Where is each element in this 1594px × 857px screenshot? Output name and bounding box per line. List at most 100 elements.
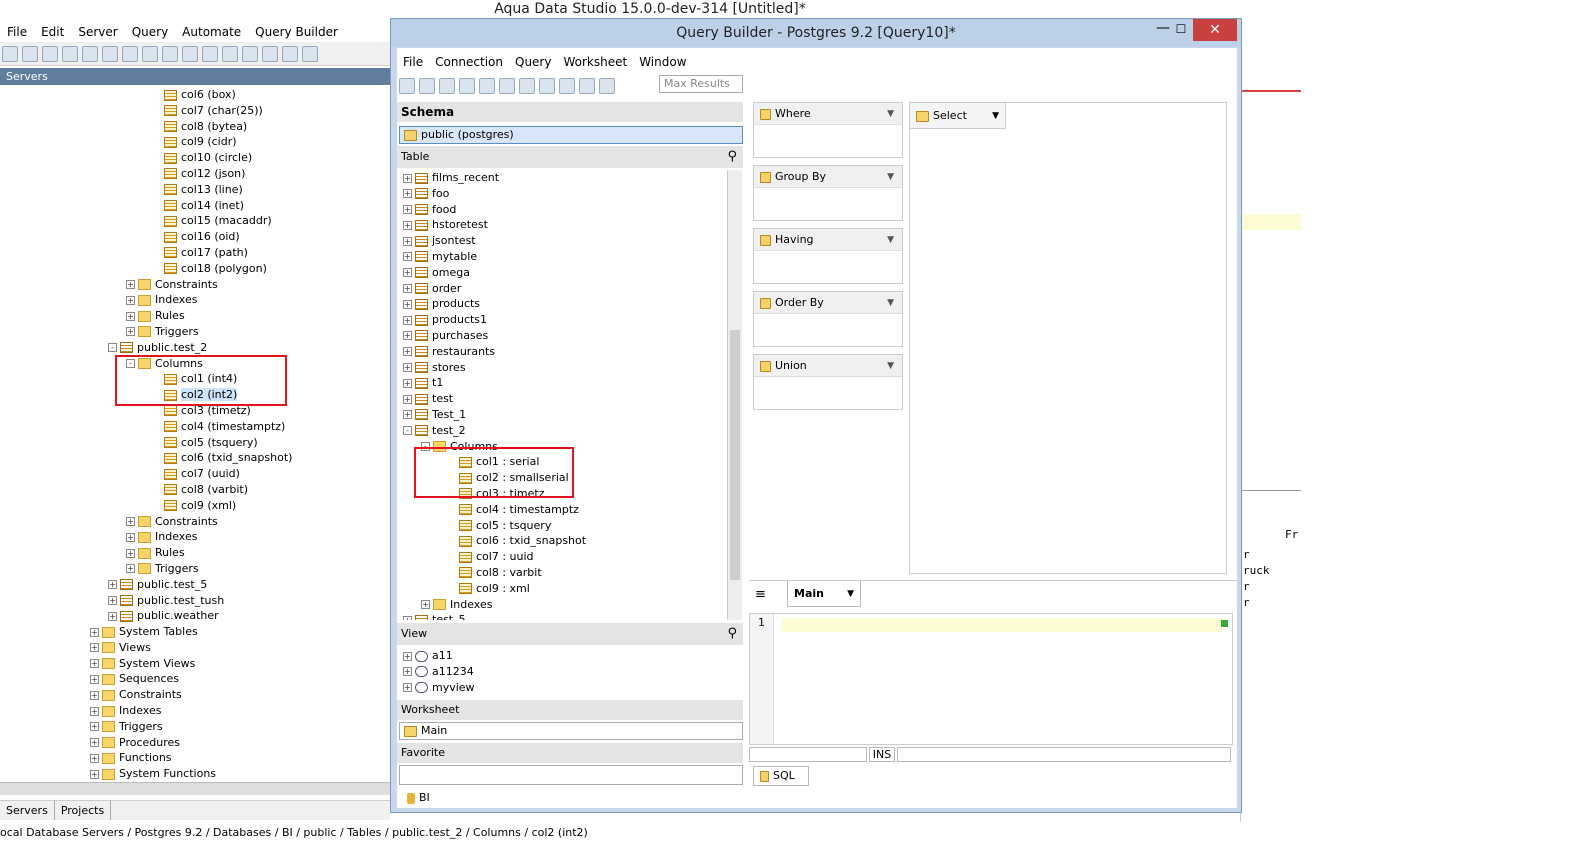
open-icon[interactable] [419,78,435,94]
table-item[interactable]: + hstoretest [399,217,727,233]
table-item[interactable]: + Test_1 [399,407,727,423]
folder-item[interactable]: + Constraints [0,277,390,293]
stop-icon[interactable] [599,78,615,94]
expand-icon[interactable]: + [403,284,412,294]
sql-tab[interactable]: SQL [753,766,809,786]
sql-editor[interactable]: 1 [749,613,1233,745]
schema-selector[interactable]: public (postgres) [399,126,743,144]
qb-menu-file[interactable]: File [397,52,429,72]
toolbar-button-6[interactable] [102,46,118,62]
expand-icon[interactable]: + [403,315,412,325]
server-tree[interactable]: col6 (box) col7 (char(25)) col8 (bytea) col… [0,87,390,782]
view-item[interactable]: + a11234 [399,664,727,680]
expand-icon[interactable]: + [403,667,412,677]
column-item[interactable]: col12 (json) [0,166,390,182]
column-item[interactable]: col7 : uuid [399,549,727,565]
expand-icon[interactable]: + [403,331,412,341]
chevron-down-icon[interactable]: ▼ [847,581,854,607]
sync-icon[interactable] [519,78,535,94]
view-item[interactable]: + myview [399,680,727,696]
toolbar-button-11[interactable] [202,46,218,62]
toolbar-button-7[interactable] [122,46,138,62]
maximize-icon[interactable]: ☐ [1173,21,1189,37]
clause-header[interactable]: Order By ▼ [754,292,902,314]
chevron-down-icon[interactable]: ▼ [887,103,894,125]
menu-icon[interactable]: ≡ [755,587,766,602]
expand-icon[interactable]: + [90,769,99,779]
column-item[interactable]: col10 (circle) [0,150,390,166]
expand-icon[interactable]: + [90,674,99,684]
view-tree[interactable]: + a11 + a11234 + myview [399,648,727,696]
collapse-icon[interactable]: - [403,426,412,436]
expand-icon[interactable]: + [403,189,412,199]
expand-icon[interactable]: + [90,753,99,763]
add-table-icon[interactable] [539,78,555,94]
refresh-icon[interactable] [499,78,515,94]
tab-projects[interactable]: Projects [55,801,112,820]
column-item[interactable]: col4 : timestamptz [399,502,727,518]
clause-union[interactable]: Union ▼ [753,354,903,410]
search-icon[interactable]: ⚲ [727,146,737,168]
expand-icon[interactable]: + [403,299,412,309]
expand-icon[interactable]: + [403,378,412,388]
table-item[interactable]: + purchases [399,328,727,344]
column-item[interactable]: col4 (timestamptz) [0,419,390,435]
expand-icon[interactable]: + [90,738,99,748]
expand-icon[interactable]: + [108,580,117,590]
toolbar-button-3[interactable] [42,46,58,62]
save-icon[interactable] [439,78,455,94]
folder-item[interactable]: + Procedures [0,735,390,751]
qb-menu-query[interactable]: Query [509,52,557,72]
table-item[interactable]: + products1 [399,312,727,328]
toolbar-button-16[interactable] [302,46,318,62]
max-results-input[interactable]: Max Results [659,75,743,93]
chevron-down-icon[interactable]: ▼ [887,292,894,314]
table-item[interactable]: + test [399,391,727,407]
column-item[interactable]: col17 (path) [0,245,390,261]
folder-item[interactable]: + Functions [0,750,390,766]
server-tree-hscrollbar[interactable] [0,782,390,795]
table-item[interactable]: + food [399,202,727,218]
toolbar-button-12[interactable] [222,46,238,62]
folder-item[interactable]: + Constraints [0,687,390,703]
folder-item[interactable]: + System Functions [0,766,390,782]
expand-icon[interactable]: + [126,517,135,527]
chevron-down-icon[interactable]: ▼ [887,166,894,188]
execute-icon[interactable] [579,78,595,94]
column-item[interactable]: col6 (txid_snapshot) [0,450,390,466]
table-item[interactable]: + public.test_tush [0,593,390,609]
table-item[interactable]: + mytable [399,249,727,265]
chevron-down-icon[interactable]: ▼ [887,355,894,377]
column-item[interactable]: col15 (macaddr) [0,213,390,229]
table-item[interactable]: + films_recent [399,170,727,186]
menu-file[interactable]: File [0,22,34,42]
folder-item[interactable]: + Indexes [0,529,390,545]
qb-menu-connection[interactable]: Connection [429,52,509,72]
column-item[interactable]: col8 : varbit [399,565,727,581]
clause-header[interactable]: Union ▼ [754,355,902,377]
expand-icon[interactable]: + [90,627,99,637]
expand-icon[interactable]: + [108,596,117,605]
select-panel[interactable]: Select ▼ [909,102,1227,574]
folder-item[interactable]: + Indexes [0,703,390,719]
toolbar-button-10[interactable] [182,46,198,62]
search-icon[interactable]: ⚲ [727,623,737,645]
column-item[interactable]: col9 : xml [399,581,727,597]
table-tree[interactable]: + films_recent + foo + food + hstoretest + jsonte… [399,170,727,620]
expand-icon[interactable]: + [403,615,412,620]
toolbar-button-1[interactable] [2,46,18,62]
expand-icon[interactable]: + [403,347,412,357]
expand-icon[interactable]: + [403,651,412,661]
menu-server[interactable]: Server [71,22,124,42]
toolbar-button-15[interactable] [282,46,298,62]
expand-icon[interactable]: + [108,611,117,621]
toolbar-button-4[interactable] [62,46,78,62]
table-item[interactable]: + t1 [399,375,727,391]
clause-header[interactable]: Having ▼ [754,229,902,251]
expand-icon[interactable]: + [126,327,135,337]
table-item[interactable]: + foo [399,186,727,202]
table-tree-scrollbar[interactable] [727,170,742,620]
toolbar-button-13[interactable] [242,46,258,62]
table-item[interactable]: + omega [399,265,727,281]
column-item[interactable]: col6 (box) [0,87,390,103]
